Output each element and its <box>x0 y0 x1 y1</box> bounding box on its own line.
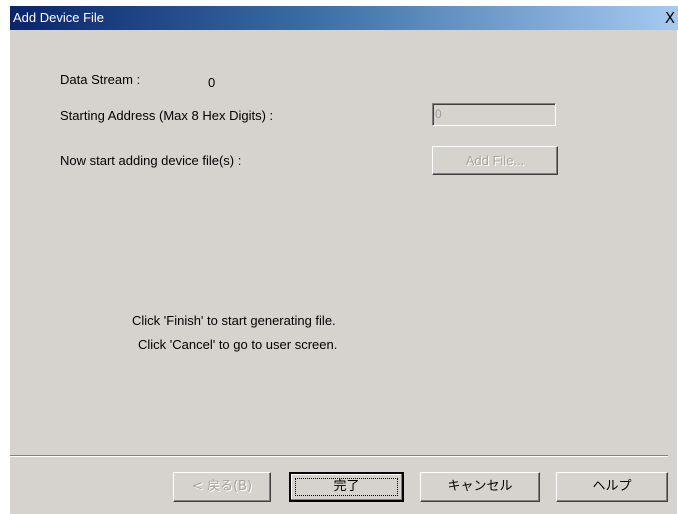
help-button[interactable]: ヘルプ <box>556 472 668 502</box>
data-stream-value: 0 <box>208 75 216 90</box>
window-title: Add Device File <box>13 10 105 25</box>
back-button[interactable]: < 戻る(B) <box>173 472 271 502</box>
finish-instruction: Click 'Finish' to start generating file. <box>132 313 336 328</box>
title-bar[interactable]: Add Device File X <box>10 6 678 30</box>
footer-separator <box>10 455 668 457</box>
close-icon[interactable]: X <box>662 9 678 27</box>
focus-rectangle <box>295 478 398 496</box>
cancel-button[interactable]: キャンセル <box>420 472 540 502</box>
add-files-label: Now start adding device file(s) : <box>60 153 242 168</box>
finish-button[interactable]: 完了 <box>289 472 404 502</box>
data-stream-label: Data Stream : <box>60 72 141 87</box>
starting-address-input[interactable]: 0 <box>432 103 556 126</box>
cancel-instruction: Click 'Cancel' to go to user screen. <box>138 337 338 352</box>
add-file-button[interactable]: Add File... <box>432 146 558 175</box>
add-device-file-dialog: Add Device File X Data Stream : 0 Starti… <box>9 6 678 514</box>
starting-address-label: Starting Address (Max 8 Hex Digits) : <box>60 108 274 123</box>
